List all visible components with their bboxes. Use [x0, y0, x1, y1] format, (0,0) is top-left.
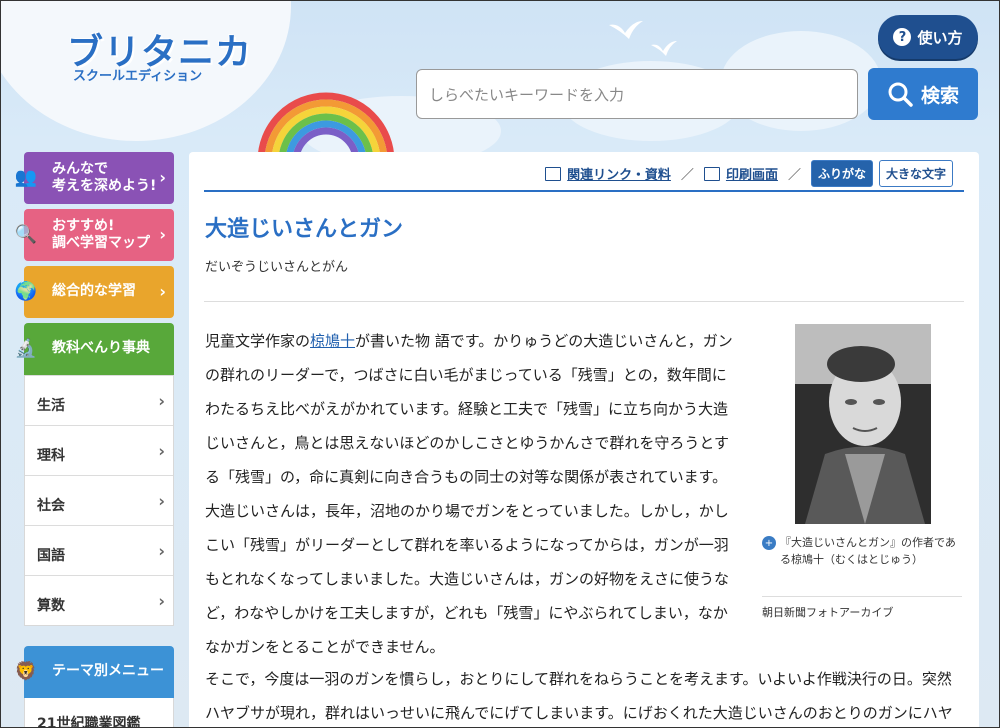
photo-caption: + 『大造じいさんとガン』の作者である椋鳩十（むくはとじゅう）	[762, 534, 962, 568]
bird-icon	[609, 21, 643, 39]
article-panel: 関連リンク・資料 ／ 印刷画面 ／ ふりがな 大きな文字 大造じいさんとガン だ…	[189, 152, 979, 727]
lion-icon: 🦁	[14, 660, 38, 682]
search-input[interactable]: しらべたいキーワードを入力	[416, 69, 858, 119]
chevron-right-icon: ›	[159, 282, 166, 301]
divider	[204, 301, 964, 302]
sidebar-item-life[interactable]: 生活 ›	[25, 375, 173, 425]
print-button[interactable]: 印刷画面	[703, 164, 778, 183]
article-body-continued: そこで，今度は一羽のガンを慣らし，おとりにして群れをねらうことを考えます。いよい…	[205, 670, 953, 722]
photo-credit: 朝日新聞フォトアーカイブ	[762, 606, 894, 619]
chevron-right-icon: ›	[159, 225, 166, 244]
text: 児童文学作家の	[205, 332, 311, 350]
label-line2: 考えを深めよう!	[52, 178, 157, 194]
help-button[interactable]: ? 使い方	[878, 15, 978, 59]
related-links-button[interactable]: 関連リンク・資料	[545, 164, 671, 183]
author-link[interactable]: 椋鳩十	[310, 332, 355, 350]
sidebar-item-integrated-study[interactable]: 🌍 総合的な学習 ›	[15, 266, 174, 318]
people-icon: 👥	[14, 166, 38, 188]
search-button[interactable]: 検索	[868, 68, 978, 120]
sidebar-item-japanese[interactable]: 国語 ›	[25, 525, 173, 575]
paragraph: 児童文学作家の椋鳩十が書いた物 語です。かりゅうどの大造じいさんと，ガンの群れの…	[205, 324, 741, 494]
subject-label: 社会	[37, 498, 65, 514]
zoom-in-icon[interactable]: +	[762, 536, 776, 550]
separator: ／	[787, 168, 801, 183]
sidebar-item-label: 総合的な学習	[52, 283, 136, 300]
rainbow-decoration	[257, 92, 395, 161]
article-body: 児童文学作家の椋鳩十が書いた物 語です。かりゅうどの大造じいさんと，ガンの群れの…	[205, 324, 741, 664]
chevron-right-icon: ›	[159, 168, 166, 187]
subject-label: 国語	[37, 548, 65, 564]
paragraph: 大造じいさんは，長年，沼地のかり場でガンをとっていました。しかし，かしこい「残雪…	[205, 502, 729, 656]
author-portrait-image	[795, 324, 931, 524]
text: が書いた物 語です。かりゅうどの大造じいさんと，ガンの群れのリーダーで，つばさに…	[205, 332, 733, 486]
sidebar-item-label: テーマ別メニュー	[52, 663, 164, 680]
subject-label: 生活	[37, 398, 65, 414]
sidebar: 👥 みんなで 考えを深めよう! › 🔍 おすすめ! 調べ学習マップ › 🌍 総合…	[15, 152, 174, 728]
subject-list: 生活 › 理科 › 社会 › 国語 › 算数 ›	[24, 375, 174, 626]
chevron-right-icon: ›	[158, 541, 165, 560]
sidebar-item-science[interactable]: 理科 ›	[25, 425, 173, 475]
subject-label: 21世紀職業図鑑	[37, 716, 141, 728]
separator: ／	[680, 168, 694, 183]
chevron-right-icon: ›	[158, 441, 165, 460]
print-icon	[703, 166, 720, 181]
article-toolbar: 関連リンク・資料 ／ 印刷画面 ／ ふりがな 大きな文字	[545, 160, 953, 187]
sidebar-item-theme-menu[interactable]: 🦁 テーマ別メニュー	[15, 646, 174, 698]
help-label: 使い方	[917, 28, 963, 47]
sidebar-item-social[interactable]: 社会 ›	[25, 475, 173, 525]
magnifier-map-icon: 🔍	[14, 223, 38, 245]
furigana-toggle[interactable]: ふりがな	[810, 160, 873, 187]
label-line1: おすすめ!	[52, 217, 115, 234]
sidebar-item-label: みんなで 考えを深めよう!	[52, 161, 156, 196]
related-links-label: 関連リンク・資料	[567, 168, 671, 183]
sidebar-item-label: おすすめ! 調べ学習マップ	[52, 218, 150, 253]
large-text-toggle[interactable]: 大きな文字	[878, 160, 953, 187]
sidebar-item-research-map[interactable]: 🔍 おすすめ! 調べ学習マップ ›	[15, 209, 174, 261]
label-line2: 調べ学習マップ	[52, 235, 150, 251]
sidebar-item-discuss[interactable]: 👥 みんなで 考えを深めよう! ›	[15, 152, 174, 204]
author-photo[interactable]	[795, 324, 931, 524]
chevron-right-icon: ›	[158, 591, 165, 610]
document-icon	[545, 166, 562, 181]
sidebar-item-career-guide[interactable]: 21世紀職業図鑑	[24, 698, 174, 728]
sidebar-item-math[interactable]: 算数 ›	[25, 575, 173, 625]
label-line1: みんなで	[52, 160, 108, 177]
chevron-right-icon: ›	[158, 491, 165, 510]
sidebar-item-subject-dictionary[interactable]: 🔬 教科べんり事典	[15, 323, 174, 375]
search-button-label: 検索	[920, 84, 959, 107]
bird-icon	[651, 41, 677, 56]
divider	[762, 596, 962, 597]
page-title: 大造じいさんとガン	[205, 217, 404, 242]
microscope-icon: 🔬	[14, 337, 38, 359]
sidebar-item-label: 教科べんり事典	[52, 340, 150, 357]
page-frame: ブリタニカ スクールエディション ? 使い方 しらべたいキーワードを入力 検索 …	[0, 0, 1000, 728]
divider	[204, 190, 964, 192]
subject-label: 理科	[37, 448, 65, 464]
print-label: 印刷画面	[725, 168, 778, 183]
chevron-right-icon: ›	[158, 391, 165, 410]
caption-text: 『大造じいさんとガン』の作者である椋鳩十（むくはとじゅう）	[780, 536, 956, 566]
search-icon	[888, 82, 913, 107]
subject-label: 算数	[37, 598, 65, 614]
question-icon: ?	[893, 28, 912, 46]
globe-icon: 🌍	[14, 280, 38, 302]
title-reading: だいぞうじいさんとがん	[205, 260, 349, 275]
site-logo-sub: スクールエディション	[73, 69, 203, 84]
